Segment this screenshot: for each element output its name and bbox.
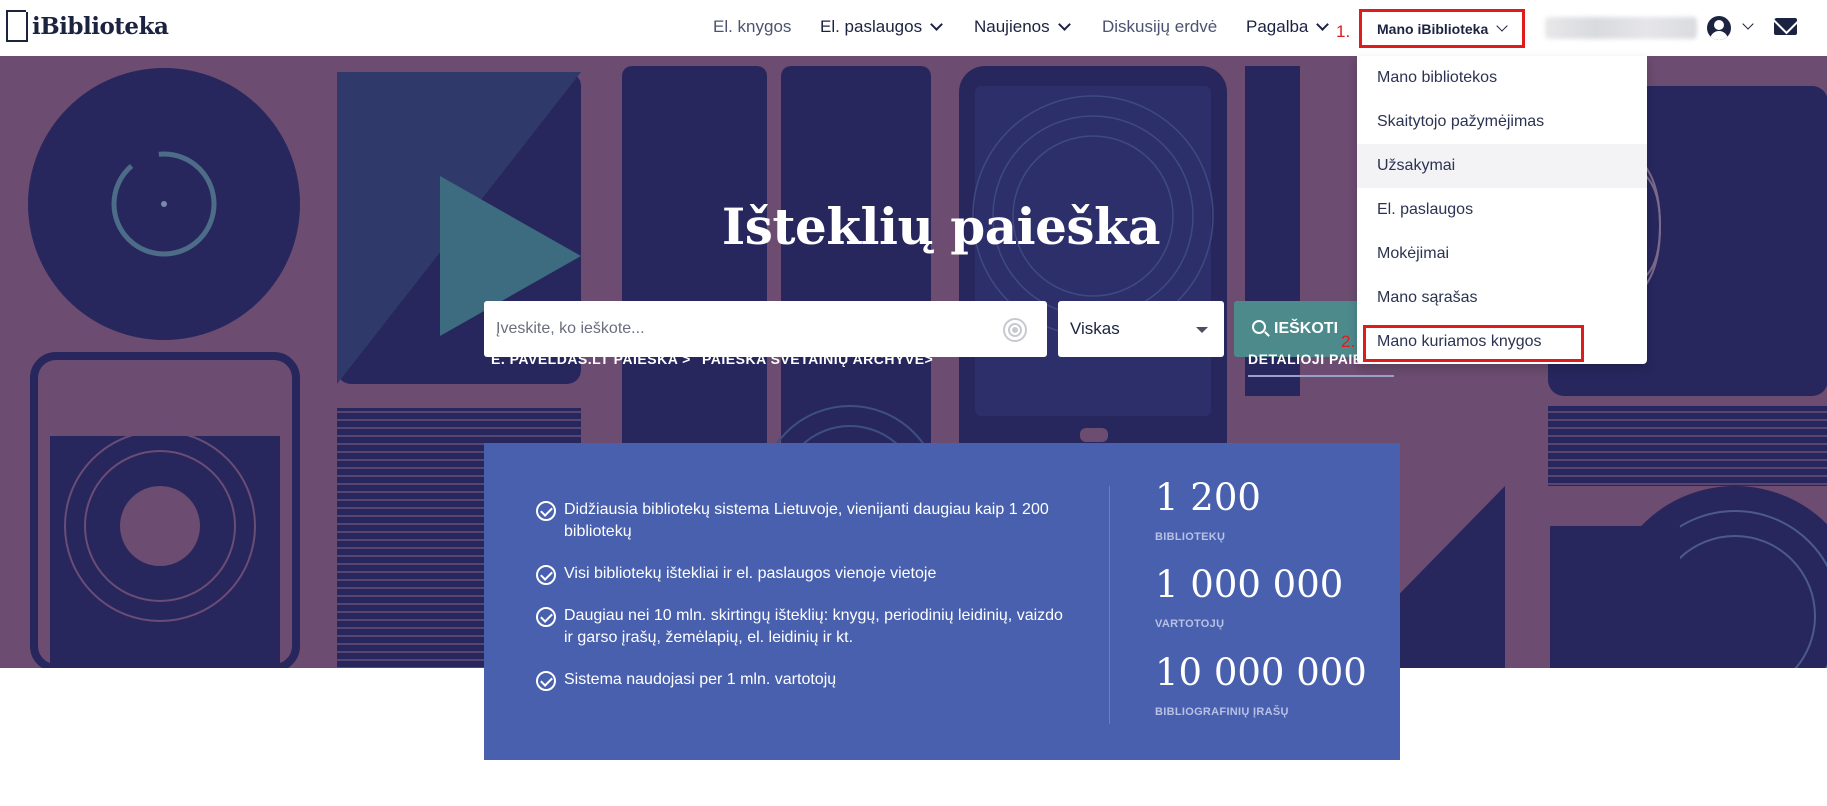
chevron-down-icon	[1057, 18, 1071, 31]
nav-label: Mano iBiblioteka	[1377, 20, 1489, 37]
nav-label: Pagalba	[1246, 17, 1309, 36]
stat-label-libraries: BIBLIOTEKŲ	[1155, 531, 1226, 543]
menu-item-label: Užsakymai	[1377, 157, 1456, 174]
feature-item: Daugiau nei 10 mln. skirtingų išteklių: …	[536, 605, 1066, 649]
menu-item-label: Mano sąrašas	[1377, 289, 1478, 306]
menu-item-skaitytojo-pazymejimas[interactable]: Skaitytojo pažymėjimas	[1357, 100, 1647, 144]
nav-label: Diskusijų erdvė	[1102, 17, 1218, 36]
check-circle-icon	[536, 501, 556, 521]
vertical-divider	[1109, 486, 1110, 724]
search-scope-select[interactable]: Viskas	[1058, 301, 1224, 357]
feature-text: Didžiausia bibliotekų sistema Lietuvoje,…	[564, 501, 1049, 540]
feature-item: Visi bibliotekų ištekliai ir el. paslaug…	[536, 563, 1066, 585]
nav-pagalba[interactable]: Pagalba	[1246, 17, 1330, 37]
stat-value-records: 10 000 000	[1155, 651, 1367, 694]
stat-label-users: VARTOTOJŲ	[1155, 618, 1225, 630]
menu-item-label: Skaitytojo pažymėjimas	[1377, 113, 1545, 130]
menu-item-mokejimai[interactable]: Mokėjimai	[1357, 232, 1647, 276]
select-value: Viskas	[1070, 319, 1120, 338]
link-archive-search[interactable]: PAIEŠKA SVETAINIŲ ARCHYVE>	[702, 351, 933, 367]
target-icon[interactable]	[1003, 318, 1027, 342]
chevron-down-icon[interactable]	[1742, 18, 1754, 30]
nav-diskusiju-erdve[interactable]: Diskusijų erdvė	[1102, 17, 1217, 37]
nav-mano-ibiblioteka[interactable]: Mano iBiblioteka	[1359, 9, 1525, 48]
nav-el-knygos[interactable]: El. knygos	[713, 17, 791, 37]
feature-item: Sistema naudojasi per 1 mln. vartotojų	[536, 669, 1066, 691]
stat-value-libraries: 1 200	[1155, 476, 1261, 519]
info-panel: Didžiausia bibliotekų sistema Lietuvoje,…	[484, 443, 1400, 760]
nav-label: Naujienos	[974, 17, 1050, 36]
feature-text: Visi bibliotekų ištekliai ir el. paslaug…	[564, 565, 937, 582]
nav-label: El. paslaugos	[820, 17, 923, 36]
book-logo-icon	[6, 10, 28, 42]
search-input[interactable]	[484, 301, 1047, 357]
menu-item-mano-bibliotekos[interactable]: Mano bibliotekos	[1357, 56, 1647, 100]
mano-ibiblioteka-dropdown: Mano bibliotekos Skaitytojo pažymėjimas …	[1357, 56, 1647, 364]
site-logo[interactable]: iBiblioteka	[6, 8, 169, 42]
menu-item-el-paslaugos[interactable]: El. paslaugos	[1357, 188, 1647, 232]
blurred-username	[1545, 17, 1697, 39]
nav-naujienos[interactable]: Naujienos	[974, 17, 1071, 37]
menu-item-label: El. paslaugos	[1377, 201, 1474, 218]
feature-item: Didžiausia bibliotekų sistema Lietuvoje,…	[536, 499, 1066, 543]
nav-el-paslaugos[interactable]: El. paslaugos	[820, 17, 943, 37]
feature-text: Sistema naudojasi per 1 mln. vartotojų	[564, 671, 837, 688]
check-circle-icon	[536, 671, 556, 691]
caret-down-icon	[1196, 327, 1208, 333]
menu-item-label: Mano bibliotekos	[1377, 69, 1498, 86]
stat-label-records: BIBLIOGRAFINIŲ ĮRAŠŲ	[1155, 706, 1289, 718]
link-epaveldas-search[interactable]: E. PAVELDAS.LT PAIEŠKA >	[491, 351, 691, 367]
annotation-step-2: 2.	[1341, 332, 1356, 351]
chevron-down-icon	[1316, 18, 1330, 31]
menu-item-label: Mokėjimai	[1377, 245, 1450, 262]
chevron-down-icon	[930, 18, 943, 31]
menu-item-mano-sarasas[interactable]: Mano sąrašas	[1357, 276, 1647, 320]
annotation-highlight-box	[1363, 325, 1584, 362]
stat-value-users: 1 000 000	[1155, 563, 1344, 606]
mail-icon[interactable]	[1774, 18, 1797, 35]
feature-text: Daugiau nei 10 mln. skirtingų išteklių: …	[564, 607, 1063, 646]
nav-label: El. knygos	[713, 17, 792, 36]
annotation-step-1: 1.	[1336, 22, 1351, 41]
search-icon	[1252, 320, 1266, 334]
menu-item-uzsakymai[interactable]: Užsakymai	[1357, 144, 1647, 188]
user-account-icon[interactable]	[1707, 16, 1731, 40]
site-header: iBiblioteka El. knygos El. paslaugos Nau…	[0, 0, 1827, 56]
check-circle-icon	[536, 607, 556, 627]
chevron-down-icon	[1496, 20, 1508, 32]
check-circle-icon	[536, 565, 556, 585]
search-button-label: IEŠKOTI	[1274, 320, 1339, 337]
logo-text: iBiblioteka	[32, 13, 169, 40]
